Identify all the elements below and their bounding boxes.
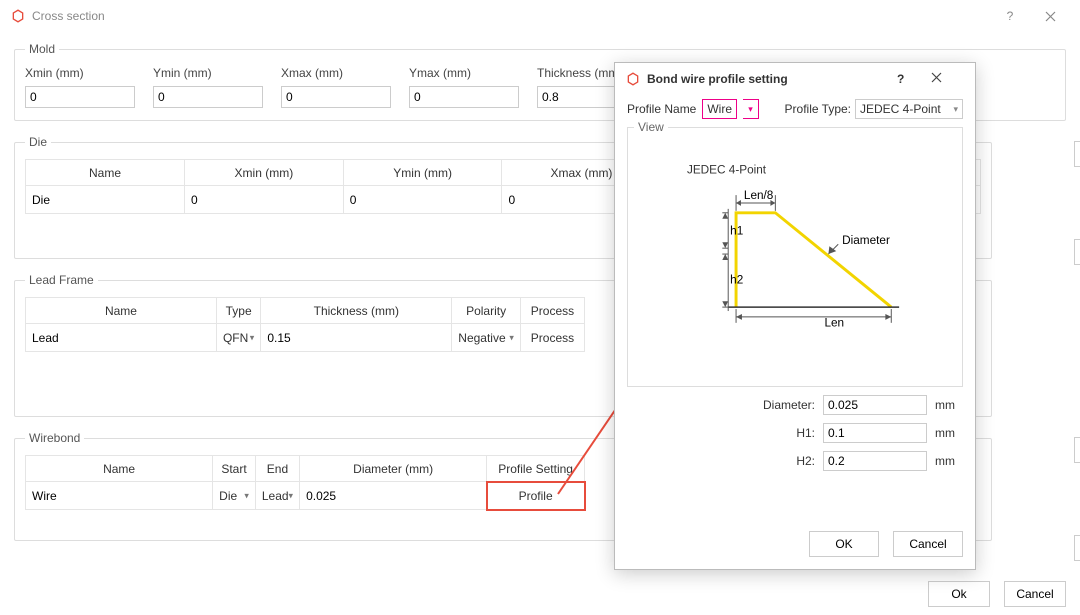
lead-col-name: Name [26,298,217,324]
die-name-input[interactable] [32,189,178,211]
wb-end-value: Lead [262,489,289,503]
lead-type-value: QFN [223,331,248,345]
svg-text:h1: h1 [730,224,743,237]
leadframe-table: Name Type Thickness (mm) Polarity Proces… [25,297,585,352]
profile-type-label: Profile Type: [785,102,851,116]
wirebond-table: Name Start End Diameter (mm) Profile Set… [25,455,585,510]
die-xmin-input[interactable] [191,189,337,211]
chevron-down-icon: ▾ [244,490,249,501]
chevron-down-icon: ▾ [289,490,294,501]
mold-xmin-input[interactable] [25,86,135,108]
diameter-unit: mm [935,398,963,412]
profile-name-label: Profile Name [627,102,696,116]
lead-col-process: Process [520,298,584,324]
svg-text:h2: h2 [730,274,743,287]
lead-name-input[interactable] [32,327,210,349]
profile-type-value: JEDEC 4-Point [860,102,941,116]
wb-end-select[interactable]: Lead▾ [255,482,299,510]
svg-text:Len/8: Len/8 [744,189,774,202]
h1-input[interactable] [823,423,927,443]
wb-diameter-input[interactable] [306,485,480,507]
wb-col-name: Name [26,456,213,482]
leadframe-legend: Lead Frame [25,273,98,287]
die-add-button[interactable]: Add [1074,141,1080,167]
h2-input[interactable] [823,451,927,471]
lead-col-type: Type [216,298,260,324]
dialog-close-button[interactable] [931,72,965,86]
wb-col-start: Start [213,456,256,482]
window-titlebar: Cross section ? [0,0,1080,32]
dialog-help-button[interactable]: ? [897,72,931,86]
wirebond-legend: Wirebond [25,431,84,445]
die-remove-button[interactable]: Remove [1074,239,1080,265]
h1-unit: mm [935,426,963,440]
jedec-diagram-icon: JEDEC 4-Point Len/8 h1 [628,128,962,386]
window-title: Cross section [32,9,105,23]
lead-polarity-value: Negative [458,331,505,345]
close-icon [931,72,942,83]
bondwire-profile-dialog: Bond wire profile setting ? Profile Name… [614,62,976,570]
die-col-xmin: Xmin (mm) [185,160,344,186]
lead-row[interactable]: QFN▾ Negative▾ Process [26,324,585,352]
diameter-input[interactable] [823,395,927,415]
help-button[interactable]: ? [990,2,1030,30]
wb-col-profile: Profile Setting [487,456,585,482]
wirebond-add-button[interactable]: Add [1074,437,1080,463]
lead-process-label: Process [531,331,574,345]
mold-legend: Mold [25,42,59,56]
svg-text:Diameter: Diameter [842,234,890,247]
main-ok-button[interactable]: Ok [928,581,990,607]
profile-name-combo[interactable]: Wire [702,99,737,119]
wb-col-diameter: Diameter (mm) [300,456,487,482]
main-cancel-button[interactable]: Cancel [1004,581,1066,607]
h2-unit: mm [935,454,963,468]
mold-ymin-label: Ymin (mm) [153,66,263,80]
close-icon [1045,11,1056,22]
die-legend: Die [25,135,51,149]
diameter-label: Diameter: [745,398,815,412]
view-legend: View [634,120,668,134]
lead-col-thickness: Thickness (mm) [261,298,452,324]
mold-xmax-label: Xmax (mm) [281,66,391,80]
mold-ymax-input[interactable] [409,86,519,108]
wirebond-remove-button[interactable]: Remove [1074,535,1080,561]
mold-ymin-input[interactable] [153,86,263,108]
dialog-title: Bond wire profile setting [647,72,788,86]
h1-label: H1: [745,426,815,440]
dialog-titlebar: Bond wire profile setting ? [615,63,975,95]
diagram-title: JEDEC 4-Point [687,164,767,177]
lead-process-button[interactable]: Process [520,324,584,352]
dialog-ok-button[interactable]: OK [809,531,879,557]
chevron-down-icon: ▾ [953,104,958,115]
chevron-down-icon: ▾ [250,332,255,343]
wb-profile-label: Profile [519,489,553,503]
wb-profile-button[interactable]: Profile [487,482,585,510]
mold-xmin-label: Xmin (mm) [25,66,135,80]
wb-start-value: Die [219,489,237,503]
wb-start-select[interactable]: Die ▾ [213,482,256,510]
lead-thickness-input[interactable] [267,327,445,349]
die-ymin-input[interactable] [350,189,496,211]
close-button[interactable] [1030,2,1070,30]
wirebond-row[interactable]: Die▾ Lead▾ Profile [26,482,585,510]
profile-view-panel: View JEDEC 4-Point Len/8 [627,127,963,387]
profile-name-dropdown-button[interactable]: ▾ [743,99,759,119]
lead-polarity-select[interactable]: Negative ▾ [452,324,521,352]
app-logo-icon [625,71,641,87]
dialog-cancel-button[interactable]: Cancel [893,531,963,557]
mold-xmax-input[interactable] [281,86,391,108]
app-logo-icon [10,8,26,24]
die-col-name: Name [26,160,185,186]
profile-type-select[interactable]: JEDEC 4-Point ▾ [855,99,963,119]
mold-ymax-label: Ymax (mm) [409,66,519,80]
svg-text:Len: Len [824,317,844,330]
wb-col-end: End [255,456,299,482]
wb-name-input[interactable] [32,485,206,507]
die-col-ymin: Ymin (mm) [343,160,502,186]
lead-type-select[interactable]: QFN▾ [216,324,260,352]
h2-label: H2: [745,454,815,468]
lead-col-polarity: Polarity [452,298,521,324]
chevron-down-icon: ▾ [509,332,514,343]
